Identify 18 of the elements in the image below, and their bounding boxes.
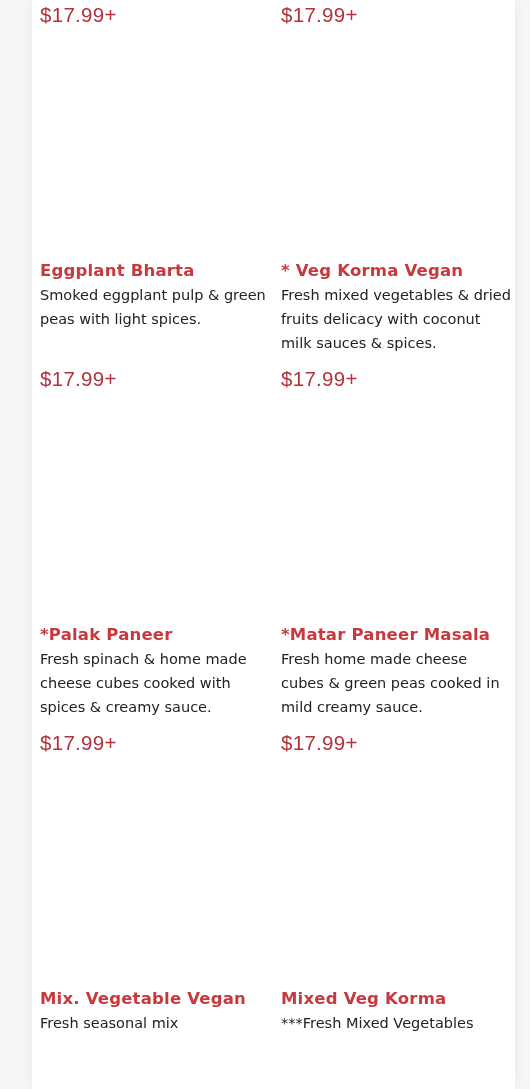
dish-description: Fresh spinach & home made cheese cubes cooked with spices & creamy sauce. xyxy=(40,650,248,717)
dish-price: $17.99+ xyxy=(281,730,358,756)
dish-price: $17.99+ xyxy=(281,366,358,392)
dish-price: $17.99+ xyxy=(281,2,358,28)
dish-description: Fresh home made cheese cubes & green peas cooked in mild creamy sauce. xyxy=(281,650,501,717)
dish-description: Fresh mixed vegetables & dried fruits delicacy with coconut milk sauces & spices. xyxy=(281,286,512,353)
dish-price: $17.99+ xyxy=(40,730,117,756)
dish-name[interactable]: Mixed Veg Korma xyxy=(281,987,447,1011)
dish-description: ***Fresh Mixed Vegetables xyxy=(281,1014,474,1033)
dish-name[interactable]: Mix. Vegetable Vegan xyxy=(40,987,246,1011)
dish-name[interactable]: * Veg Korma Vegan xyxy=(281,259,464,283)
dish-name[interactable]: *Matar Paneer Masala xyxy=(281,623,491,647)
dish-price: $17.99+ xyxy=(40,2,117,28)
dish-description: Smoked eggplant pulp & green peas with light spices. xyxy=(40,286,267,329)
dish-description: Fresh seasonal mix xyxy=(40,1014,179,1033)
dish-name[interactable]: Eggplant Bharta xyxy=(40,259,195,283)
dish-name[interactable]: *Palak Paneer xyxy=(40,623,173,647)
dish-price: $17.99+ xyxy=(40,366,117,392)
